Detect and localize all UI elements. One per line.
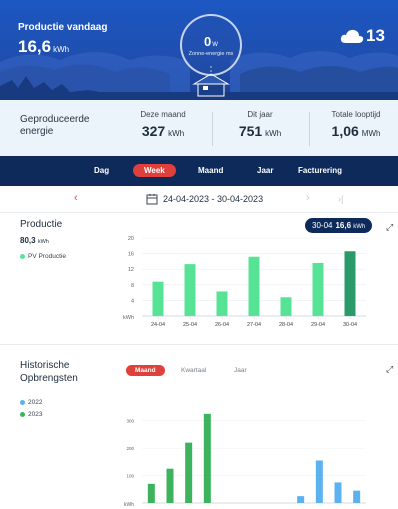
x-tick-label: 30-04 <box>343 322 357 328</box>
y-tick-label: 300 <box>126 419 134 424</box>
summary-total: Totale looptijd 1,06 MWh <box>318 110 394 139</box>
summary-year-value: 751 <box>238 123 263 139</box>
y-tick-label: 100 <box>126 474 134 479</box>
summary-month-unit: kWh <box>168 129 185 138</box>
summary-month-value: 327 <box>141 123 166 139</box>
bar-2023-1 <box>147 483 155 503</box>
bar-2022-9 <box>297 496 305 503</box>
divider <box>0 212 398 213</box>
summary-divider <box>212 112 213 146</box>
x-tick-label: 26-04 <box>215 322 229 328</box>
calendar-icon[interactable] <box>146 193 158 205</box>
date-navigation: ‹ 24-04-2023 - 30-04-2023 › ›| <box>0 186 398 212</box>
production-title: Productie <box>20 219 63 230</box>
bar-25-04 <box>184 264 196 316</box>
production-chart: 4 8 12 16 20 kWh 24-04 25-04 26-04 27-04 28-04 29-0… <box>123 236 366 328</box>
today-production-number: 16,6 <box>18 37 52 56</box>
selected-day-value: 16,6 <box>335 221 352 230</box>
summary-total-label: Totale looptijd <box>331 110 381 119</box>
y-tick-label: 4 <box>131 298 134 304</box>
bar-2023-4 <box>203 413 211 503</box>
selected-day-date: 30-04 <box>312 221 333 230</box>
bar-2022-11 <box>334 482 342 503</box>
bar-2022-10 <box>315 460 323 503</box>
tab-week[interactable]: Week <box>133 164 176 177</box>
next-period-icon[interactable]: › <box>306 192 310 204</box>
divider <box>0 344 398 345</box>
bar-2023-2 <box>166 468 174 503</box>
date-range[interactable]: 24-04-2023 - 30-04-2023 <box>163 194 263 204</box>
bar-24-04 <box>152 281 164 316</box>
period-tabs: Dag Week Maand Jaar Facturering <box>0 156 398 186</box>
x-tick-label: 28-04 <box>279 322 293 328</box>
solar-power-unit: W <box>212 41 218 48</box>
x-tick-label: 24-04 <box>151 322 165 328</box>
history-chart: 100 200 300 kWh <box>124 413 366 508</box>
hero-title: Productie vandaag <box>18 22 108 33</box>
solar-power-number: 0 <box>204 33 212 49</box>
bar-26-04 <box>216 291 228 316</box>
weather-widget[interactable]: 13 <box>340 26 385 46</box>
x-tick-label: 25-04 <box>183 322 197 328</box>
history-tab-quarter[interactable]: Kwartaal <box>181 367 206 374</box>
bar-30-04 <box>344 251 356 316</box>
history-tab-year[interactable]: Jaar <box>234 367 247 374</box>
today-production-value: 16,6 kWh <box>18 37 69 57</box>
y-tick-label: 16 <box>128 252 134 258</box>
summary-divider <box>309 112 310 146</box>
summary-month: Deze maand 327 kWh <box>128 110 198 139</box>
tab-year[interactable]: Jaar <box>257 166 273 175</box>
x-tick-label: 29-04 <box>311 322 325 328</box>
tab-billing[interactable]: Facturering <box>298 166 342 175</box>
solar-power-value: 0W <box>204 34 218 49</box>
expand-icon[interactable]: ⤢ <box>386 364 393 375</box>
y-tick-label: 200 <box>126 446 134 451</box>
summary-year-unit: kWh <box>265 129 282 138</box>
summary-month-label: Deze maand <box>140 110 186 119</box>
previous-period-icon[interactable]: ‹ <box>74 192 78 204</box>
y-axis-unit-label: kWh <box>124 502 134 508</box>
bar-29-04 <box>312 262 324 316</box>
summary-total-value: 1,06 <box>331 123 359 139</box>
today-production-unit: kWh <box>53 45 70 54</box>
y-tick-label: 12 <box>128 267 134 273</box>
cloud-icon <box>340 29 364 43</box>
y-tick-label: 8 <box>131 283 134 289</box>
solar-power-gauge[interactable]: 0W Zonne-energie ms <box>180 14 242 76</box>
summary-year-label: Dit jaar <box>247 110 273 119</box>
weather-temperature: 13 <box>366 26 385 45</box>
energy-summary: Geproduceerde energie Deze maand 327 kWh … <box>0 100 398 156</box>
bar-28-04 <box>280 297 292 316</box>
y-axis-unit-label: kWh <box>123 315 134 321</box>
summary-total-unit: MWh <box>361 129 381 138</box>
y-tick-label: 20 <box>128 236 134 242</box>
history-title: Historische Opbrengsten <box>20 360 78 384</box>
bar-27-04 <box>248 256 260 316</box>
tab-day[interactable]: Dag <box>94 166 109 175</box>
last-period-icon[interactable]: ›| <box>338 194 343 204</box>
hero-banner: Productie vandaag 16,6 kWh 0W Zonne-energ… <box>0 0 398 100</box>
summary-year: Dit jaar 751 kWh <box>225 110 295 139</box>
summary-label: Geproduceerde energie <box>20 114 90 137</box>
bar-2022-12 <box>353 490 361 503</box>
tab-month[interactable]: Maand <box>198 166 223 175</box>
history-tab-month[interactable]: Maand <box>126 365 165 376</box>
solar-power-label: Zonne-energie ms <box>188 50 234 57</box>
bar-2023-3 <box>185 442 193 503</box>
x-tick-label: 27-04 <box>247 322 261 328</box>
